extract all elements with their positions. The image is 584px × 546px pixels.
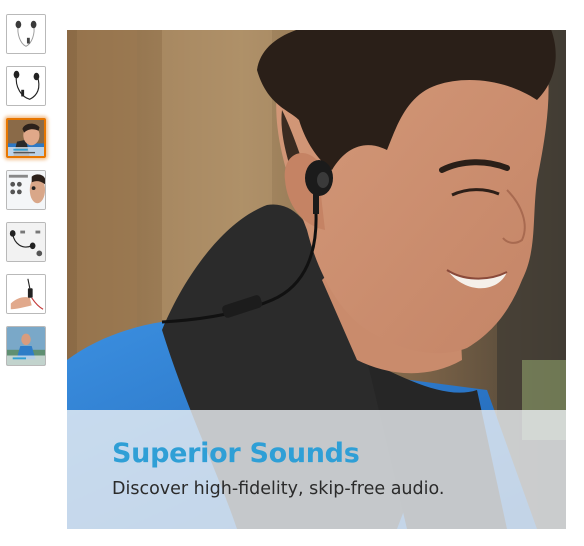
thumbnail-hand-remote[interactable] xyxy=(6,274,46,314)
earbuds-black-icon xyxy=(7,67,45,105)
thumbnail-athlete[interactable] xyxy=(6,326,46,366)
thumbnail-earbuds-white[interactable] xyxy=(6,14,46,54)
athlete-running-icon xyxy=(7,327,45,365)
earbuds-accessories-icon xyxy=(7,223,45,261)
thumbnail-earbuds-black[interactable] xyxy=(6,66,46,106)
man-wearing-earbuds-icon xyxy=(8,120,44,156)
main-product-image[interactable]: Superior Sounds Discover high-fidelity, … xyxy=(67,30,566,529)
earbuds-white-icon xyxy=(7,15,45,53)
product-image-gallery: Superior Sounds Discover high-fidelity, … xyxy=(0,0,584,546)
caption-title: Superior Sounds xyxy=(112,438,360,469)
thumbnail-fit-diagram[interactable] xyxy=(6,170,46,210)
caption-band xyxy=(67,410,566,529)
thumbnail-accessories[interactable] xyxy=(6,222,46,262)
hand-holding-remote-icon xyxy=(7,275,45,313)
fit-diagram-icon xyxy=(7,171,45,209)
thumbnail-man-wearing-earbuds[interactable] xyxy=(6,118,46,158)
caption-subtitle: Discover high-fidelity, skip-free audio. xyxy=(112,479,445,499)
